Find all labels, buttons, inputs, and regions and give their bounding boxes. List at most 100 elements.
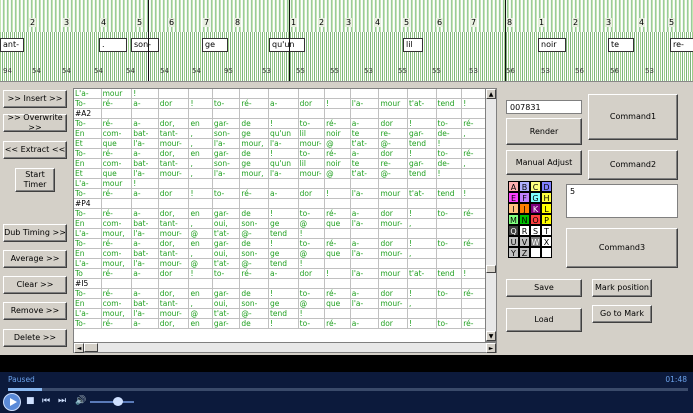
grid-cell[interactable]: ge xyxy=(268,218,299,229)
timeline-syllable-box[interactable]: noir xyxy=(538,38,566,52)
grid-cell[interactable]: ! xyxy=(131,178,159,189)
grid-cell[interactable] xyxy=(461,168,486,179)
grid-cell[interactable]: ré- xyxy=(101,188,133,199)
color-swatch[interactable]: Z xyxy=(519,247,530,258)
grid-cell[interactable] xyxy=(212,278,241,289)
grid-cell[interactable]: gar- xyxy=(212,238,241,249)
grid-cell[interactable]: a- xyxy=(131,148,159,159)
grid-cell[interactable]: que xyxy=(101,138,133,149)
table-row[interactable]: En com-bat-tant-, oui, son-ge @ que l'a-mour-, xyxy=(74,298,486,309)
grid-cell[interactable]: ge xyxy=(268,298,299,309)
color-swatch[interactable]: W xyxy=(530,236,541,247)
scroll-right-icon[interactable]: ► xyxy=(486,343,496,353)
grid-cell[interactable]: mour, xyxy=(101,258,133,269)
grid-cell[interactable] xyxy=(407,89,437,99)
scroll-left-icon[interactable]: ◄ xyxy=(74,343,84,353)
color-swatch[interactable]: B xyxy=(519,181,530,192)
grid-cell[interactable]: de- xyxy=(436,158,463,169)
table-row[interactable]: To-ré-a-dor, en gar-de! to-ré-a-dor! to-ré- xyxy=(74,288,486,299)
grid-cell[interactable]: de xyxy=(239,148,269,159)
grid-cell[interactable]: dor, xyxy=(158,148,190,159)
grid-cell[interactable]: t'at- xyxy=(407,98,437,109)
grid-cell[interactable]: #P4 xyxy=(74,198,102,209)
grid-cell[interactable]: que xyxy=(324,248,351,259)
grid-cell[interactable] xyxy=(239,108,269,119)
color-swatch[interactable]: N xyxy=(519,214,530,225)
grid-cell[interactable]: a- xyxy=(131,268,159,279)
grid-cell[interactable]: de xyxy=(239,118,269,129)
color-swatch[interactable]: O xyxy=(530,214,541,225)
volume-knob[interactable] xyxy=(113,397,123,406)
command3-button[interactable]: Command3 xyxy=(566,228,678,268)
grid-cell[interactable]: dor xyxy=(378,288,408,299)
grid-cell[interactable] xyxy=(158,178,190,189)
grid-cell[interactable]: com- xyxy=(101,128,133,139)
grid-cell[interactable]: bat- xyxy=(131,298,159,309)
table-row[interactable]: To-ré-a-dor, en gar-de! to-ré-a-dor! to-ré- xyxy=(74,208,486,219)
grid-cell[interactable]: ré- xyxy=(101,238,133,249)
table-row[interactable]: L'a-mour, l'a-mour- @ t'at- @- tend! xyxy=(74,228,486,239)
scroll-down-icon[interactable]: ▼ xyxy=(486,331,496,341)
grid-cell[interactable]: bat- xyxy=(131,218,159,229)
grid-cell[interactable]: a- xyxy=(350,148,380,159)
average-button[interactable]: Average >> xyxy=(3,250,67,268)
table-row[interactable]: To-ré-a-dor, en gar-de! to-ré-a-dor! to-ré- xyxy=(74,148,486,159)
grid-cell[interactable]: Et xyxy=(74,168,102,179)
grid-cell[interactable] xyxy=(436,228,463,239)
timeline-syllable-box[interactable]: re- xyxy=(670,38,693,52)
grid-cell[interactable]: to- xyxy=(298,118,326,129)
grid-cell[interactable]: @- xyxy=(378,138,408,149)
grid-cell[interactable]: a- xyxy=(350,318,380,329)
grid-cell[interactable] xyxy=(298,198,326,209)
grid-cell[interactable]: tend xyxy=(268,308,299,319)
grid-cell[interactable]: ! xyxy=(188,188,213,199)
grid-cell[interactable] xyxy=(378,278,408,289)
grid-cell[interactable]: a- xyxy=(350,238,380,249)
grid-cell[interactable] xyxy=(461,228,486,239)
save-button[interactable]: Save xyxy=(506,279,582,297)
color-swatch[interactable]: U xyxy=(508,236,519,247)
timeline-syllable-box[interactable]: son- xyxy=(131,38,159,52)
grid-cell[interactable]: to- xyxy=(298,238,326,249)
grid-cell[interactable]: dor xyxy=(378,238,408,249)
grid-cell[interactable]: ré- xyxy=(239,98,269,109)
grid-cell[interactable]: mour- xyxy=(158,168,190,179)
grid-cell[interactable]: @- xyxy=(378,168,408,179)
grid-cell[interactable] xyxy=(212,198,241,209)
grid-cell[interactable]: mour- xyxy=(298,168,326,179)
grid-cell[interactable] xyxy=(350,198,380,209)
timeline-syllable-box[interactable]: lil xyxy=(403,38,423,52)
grid-cell[interactable]: de- xyxy=(436,128,463,139)
grid-cell[interactable] xyxy=(461,198,486,209)
grid-cell[interactable]: dor xyxy=(158,98,190,109)
grid-cell[interactable] xyxy=(324,198,351,209)
grid-cell[interactable] xyxy=(436,258,463,269)
grid-cell[interactable]: t'at- xyxy=(407,188,437,199)
grid-cell[interactable]: @- xyxy=(239,308,269,319)
grid-cell[interactable]: to- xyxy=(436,118,463,129)
grid-cell[interactable] xyxy=(378,258,408,269)
grid-cell[interactable] xyxy=(378,178,408,189)
grid-cell[interactable]: a- xyxy=(131,318,159,329)
grid-cell[interactable]: to- xyxy=(298,208,326,219)
grid-cell[interactable]: tend xyxy=(436,98,463,109)
grid-cell[interactable]: ré- xyxy=(101,98,133,109)
grid-cell[interactable]: en xyxy=(188,238,213,249)
grid-cell[interactable]: noir xyxy=(324,158,351,169)
grid-cell[interactable]: en xyxy=(188,318,213,329)
grid-cell[interactable] xyxy=(461,308,486,319)
grid-cell[interactable] xyxy=(188,278,213,289)
grid-cell[interactable] xyxy=(461,89,486,99)
grid-cell[interactable] xyxy=(324,278,351,289)
color-swatch[interactable]: A xyxy=(508,181,519,192)
grid-cell[interactable] xyxy=(407,198,437,209)
grid-cell[interactable]: bat- xyxy=(131,158,159,169)
grid-cell[interactable]: To- xyxy=(74,288,102,299)
grid-cell[interactable]: mour- xyxy=(158,308,190,319)
grid-cell[interactable] xyxy=(461,178,486,189)
grid-cell[interactable]: a- xyxy=(350,208,380,219)
timeline-syllable-box[interactable]: . xyxy=(99,38,127,52)
grid-cell[interactable]: l'a- xyxy=(212,138,241,149)
grid-cell[interactable]: mour, xyxy=(239,138,269,149)
grid-cell[interactable]: ré- xyxy=(324,208,351,219)
